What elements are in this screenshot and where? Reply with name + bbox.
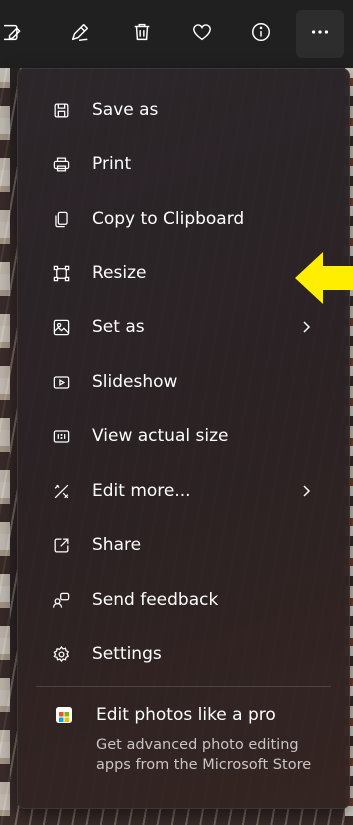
menu-item-label: Print <box>92 154 132 174</box>
menu-item-view-actual-size[interactable]: View actual size <box>18 411 349 461</box>
save-icon <box>51 100 71 120</box>
promo-title: Edit photos like a pro <box>96 705 276 725</box>
print-icon <box>51 154 71 174</box>
resize-icon <box>51 263 71 283</box>
feedback-icon <box>51 590 71 610</box>
arrow-left-icon <box>295 252 353 304</box>
menu-item-share[interactable]: Share <box>18 520 349 570</box>
menu-item-label: Resize <box>92 263 147 283</box>
menu-item-print[interactable]: Print <box>18 139 349 189</box>
store-promo[interactable]: Edit photos like a pro Get advanced phot… <box>18 699 349 799</box>
delete-button[interactable] <box>120 10 164 58</box>
more-icon <box>309 21 331 47</box>
menu-item-label: View actual size <box>92 426 229 446</box>
store-icon <box>56 707 72 723</box>
edit-more-icon <box>51 481 71 501</box>
heart-icon <box>191 21 213 47</box>
menu-item-label: Edit more... <box>92 481 191 501</box>
menu-item-label: Slideshow <box>92 372 178 392</box>
edit-image-button[interactable] <box>0 10 30 58</box>
menu-item-label: Set as <box>92 317 145 337</box>
top-toolbar <box>0 0 353 68</box>
chevron-right-icon <box>303 321 311 333</box>
menu-item-label: Copy to Clipboard <box>92 209 245 229</box>
actual-size-icon <box>51 426 71 446</box>
menu-item-edit-more[interactable]: Edit more... <box>18 466 349 516</box>
menu-item-slideshow[interactable]: Slideshow <box>18 357 349 407</box>
share-icon <box>51 535 71 555</box>
chevron-right-icon <box>303 485 311 497</box>
set-as-icon <box>51 317 71 337</box>
menu-item-copy-to-clipboard[interactable]: Copy to Clipboard <box>18 194 349 244</box>
info-button[interactable] <box>239 10 283 58</box>
menu-item-save-as[interactable]: Save as <box>18 85 349 135</box>
menu-item-label: Settings <box>92 644 162 664</box>
draw-button[interactable] <box>58 10 102 58</box>
copy-icon <box>51 209 71 229</box>
menu-item-send-feedback[interactable]: Send feedback <box>18 575 349 625</box>
menu-item-label: Share <box>92 535 142 555</box>
more-options-button[interactable] <box>296 10 344 58</box>
promo-subtitle: Get advanced photo editing apps from the… <box>96 737 312 773</box>
favorite-button[interactable] <box>180 10 224 58</box>
menu-divider <box>36 686 331 687</box>
pen-icon <box>69 21 91 47</box>
edit-image-icon <box>0 21 26 47</box>
info-icon <box>250 21 272 47</box>
menu-item-set-as[interactable]: Set as <box>18 302 349 352</box>
slideshow-icon <box>51 372 71 392</box>
gear-icon <box>51 644 71 664</box>
menu-item-label: Send feedback <box>92 590 219 610</box>
more-options-menu: Save as Print Copy to Clipboard Resize S… <box>17 68 350 809</box>
menu-item-label: Save as <box>92 100 159 120</box>
menu-item-settings[interactable]: Settings <box>18 629 349 679</box>
trash-icon <box>131 21 153 47</box>
